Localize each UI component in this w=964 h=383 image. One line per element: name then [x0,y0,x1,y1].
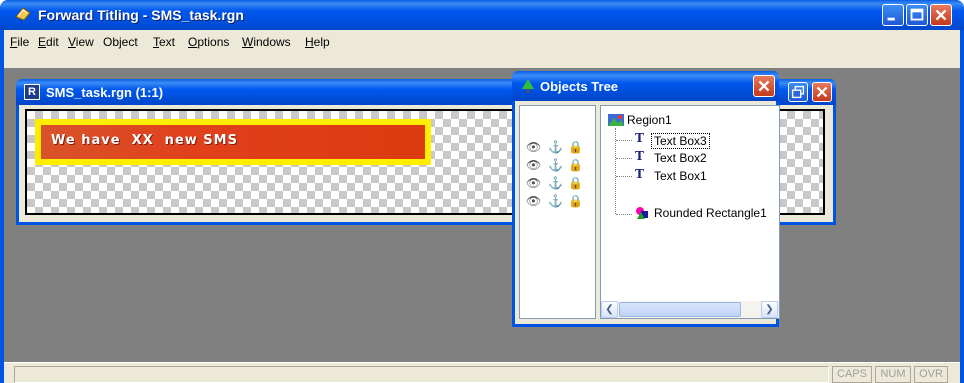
chevron-left-icon: ❮ [605,304,614,315]
minimize-button[interactable] [882,4,904,26]
rounded-rectangle-object[interactable]: We have XX new SMS [35,119,431,165]
tree-connector [616,214,632,215]
lock-icon[interactable]: 🔒 [568,194,583,208]
tree-connector [616,158,632,159]
object-flags-row: 👁 ⚓ 🔒 [526,140,592,156]
eye-icon[interactable]: 👁 [526,140,541,154]
objects-tree-title-bar[interactable]: Objects Tree [512,71,779,101]
scroll-left-button[interactable]: ❮ [601,301,618,318]
object-flags-panel: 👁 ⚓ 🔒 👁 ⚓ 🔒 👁 ⚓ 🔒 👁 ⚓ 🔒 [519,105,596,319]
anchor-icon[interactable]: ⚓ [548,194,563,208]
objects-tree-close-button[interactable] [753,75,775,97]
menu-text[interactable]: Text [153,35,175,49]
text-icon: T [635,131,644,145]
close-icon [758,80,770,92]
document-title: SMS_task.rgn (1:1) [46,85,164,100]
object-flags-row: 👁 ⚓ 🔒 [526,176,592,192]
anchor-icon[interactable]: ⚓ [548,158,563,172]
title-bar[interactable]: Forward Titling - SMS_task.rgn [0,0,964,30]
banner-fill: We have XX new SMS [41,125,425,159]
restore-icon [791,85,805,99]
app-icon [15,7,31,21]
scroll-thumb[interactable] [619,302,741,317]
anchor-icon[interactable]: ⚓ [548,140,563,154]
chevron-right-icon: ❯ [765,304,774,315]
shape-icon [636,207,648,219]
close-button[interactable] [930,4,952,26]
minimize-icon [887,17,895,21]
lock-icon[interactable]: 🔒 [568,140,583,154]
menu-options[interactable]: Options [188,35,229,49]
lock-icon[interactable]: 🔒 [568,176,583,190]
lock-icon[interactable]: 🔒 [568,158,583,172]
objects-tree-window[interactable]: Objects Tree 👁 ⚓ 🔒 👁 ⚓ 🔒 👁 ⚓ 🔒 👁 ⚓ 🔒 Reg… [512,71,780,327]
status-bar: CAPS NUM OVR [4,362,960,383]
status-message-panel [14,366,829,383]
menu-file[interactable]: File [10,35,29,49]
scroll-right-button[interactable]: ❯ [761,301,778,318]
menu-bar: File Edit View Object Text Options Windo… [4,30,960,68]
close-icon [816,86,828,98]
object-flags-row: 👁 ⚓ 🔒 [526,158,592,174]
tree-icon [522,79,534,93]
objects-tree-body: 👁 ⚓ 🔒 👁 ⚓ 🔒 👁 ⚓ 🔒 👁 ⚓ 🔒 Region1 T Text B… [515,101,780,324]
menu-view[interactable]: View [68,35,94,49]
window-title: Forward Titling - SMS_task.rgn [38,7,244,23]
text-icon: T [635,167,644,181]
objects-tree-title: Objects Tree [540,79,619,94]
banner-text[interactable]: We have XX new SMS [51,133,238,148]
object-tree-view[interactable]: Region1 T Text Box3 T Text Box2 T Text B… [600,105,780,319]
doc-close-button[interactable] [812,82,832,102]
object-flags-row: 👁 ⚓ 🔒 [526,194,592,210]
tree-connector [616,176,632,177]
maximize-icon [910,8,924,21]
close-icon [935,9,947,21]
menu-windows[interactable]: Windows [242,35,291,49]
doc-restore-button[interactable] [788,82,808,102]
horizontal-scrollbar[interactable]: ❮ ❯ [601,301,779,318]
menu-edit[interactable]: Edit [38,35,59,49]
region-file-icon: R [24,84,40,100]
tree-connector [616,140,632,141]
status-ovr: OVR [914,366,948,383]
menu-object[interactable]: Object [103,35,138,49]
maximize-button[interactable] [906,4,928,26]
eye-icon[interactable]: 👁 [526,158,541,172]
text-icon: T [635,149,644,163]
status-caps: CAPS [832,366,872,383]
eye-icon[interactable]: 👁 [526,176,541,190]
status-num: NUM [875,366,911,383]
region-icon [608,114,624,126]
eye-icon[interactable]: 👁 [526,194,541,208]
menu-help[interactable]: Help [305,35,330,49]
anchor-icon[interactable]: ⚓ [548,176,563,190]
